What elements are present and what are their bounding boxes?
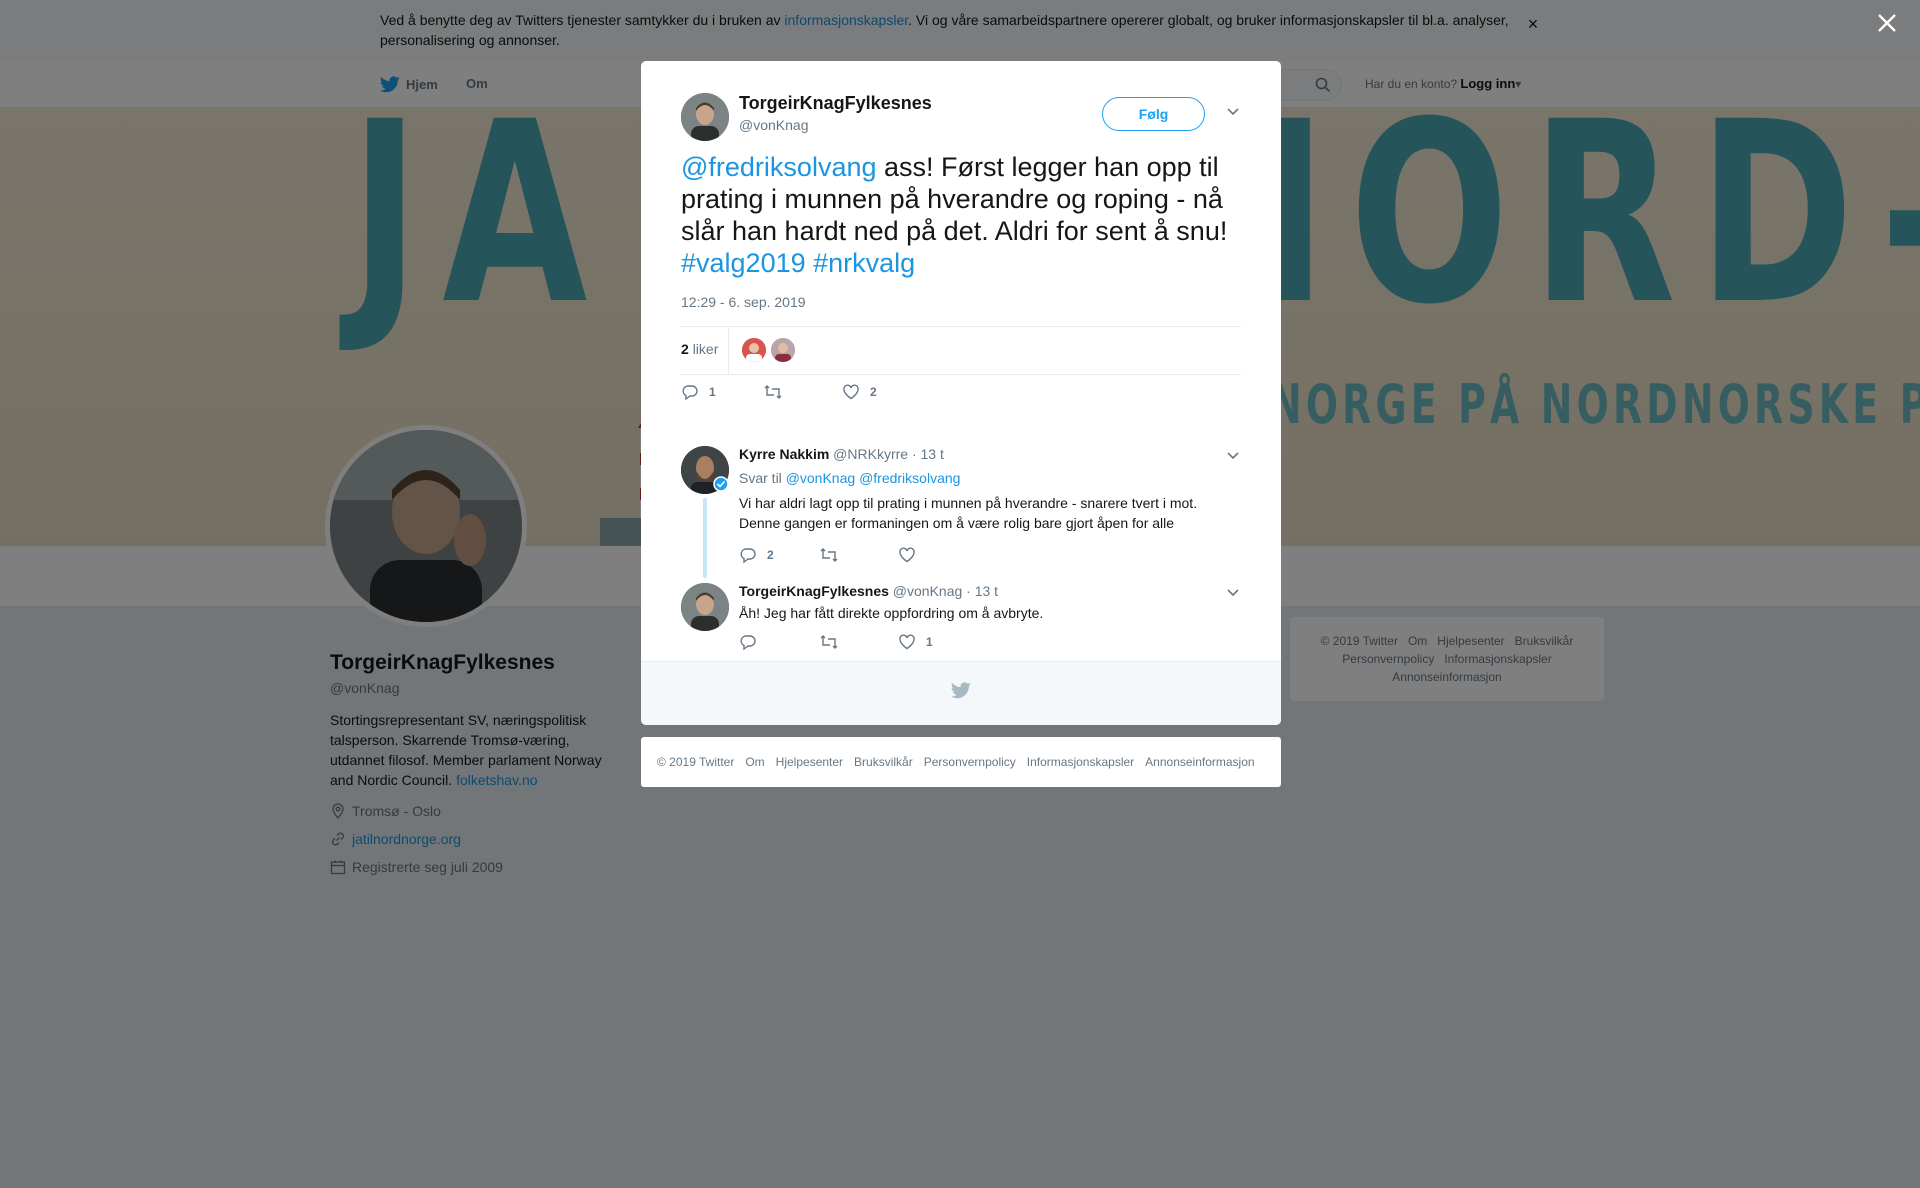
retweet-icon (764, 385, 782, 399)
twitter-bird-icon (951, 682, 971, 699)
retweet-icon (820, 548, 838, 562)
like-button[interactable] (898, 546, 926, 564)
footer-link-about[interactable]: Om (745, 755, 764, 769)
reply-count: 2 (767, 548, 774, 562)
reply-tweet[interactable]: TorgeirKnagFylkesnes @vonKnag · 13 t Åh!… (681, 583, 1241, 658)
reply-time[interactable]: · 13 t (966, 583, 998, 599)
footer-link-ads[interactable]: Annonseinformasjon (1145, 755, 1254, 769)
heart-icon (843, 384, 859, 400)
like-count: 1 (926, 635, 933, 649)
reply-header: Kyrre Nakkim @NRKkyrre · 13 t (739, 446, 944, 462)
reply-actions: 1 (739, 633, 1139, 653)
tweet-author-name[interactable]: TorgeirKnagFylkesnes (739, 93, 932, 114)
tweet-modal: TorgeirKnagFylkesnes @vonKnag Følg @fred… (641, 61, 1281, 725)
footer-link-help[interactable]: Hjelpesenter (776, 755, 843, 769)
heart-icon (899, 547, 915, 563)
stats-divider (728, 327, 729, 374)
reply-tweet[interactable]: Kyrre Nakkim @NRKkyrre · 13 t Svar til @… (681, 446, 1241, 581)
reply-time[interactable]: · 13 t (912, 446, 944, 462)
reply-text: Vi har aldri lagt opp til prating i munn… (739, 495, 1198, 531)
footer-link-terms[interactable]: Bruksvilkår (854, 755, 913, 769)
tweet-actions: 1 2 (681, 383, 1241, 405)
like-count: 2 (870, 385, 877, 399)
reply-author-avatar[interactable] (681, 583, 729, 631)
tweet-author-handle[interactable]: @vonKnag (739, 117, 808, 133)
retweet-icon (820, 635, 838, 649)
reply-icon (682, 385, 698, 401)
follow-button[interactable]: Følg (1102, 97, 1205, 131)
footer-link-privacy[interactable]: Personvernpolicy (924, 755, 1016, 769)
close-icon[interactable] (1874, 10, 1900, 36)
reply-header: TorgeirKnagFylkesnes @vonKnag · 13 t (739, 583, 998, 599)
like-button[interactable]: 1 (898, 633, 933, 651)
reply-actions: 2 (739, 546, 1139, 566)
heart-icon (899, 634, 915, 650)
like-button[interactable]: 2 (842, 383, 877, 401)
tweet-author-avatar[interactable] (681, 93, 729, 141)
reply-button[interactable]: 1 (681, 383, 716, 401)
verified-badge-icon (713, 476, 729, 492)
reply-to-label: Svar til (739, 470, 782, 486)
reply-to-mention[interactable]: @vonKnag (786, 470, 855, 486)
chevron-down-icon[interactable] (1226, 450, 1240, 460)
chevron-down-icon[interactable] (1226, 587, 1240, 597)
reply-button[interactable] (739, 633, 767, 651)
thread-line (703, 498, 707, 578)
reply-to-line: Svar til @vonKnag @fredriksolvang (739, 470, 960, 486)
tweet-timestamp[interactable]: 12:29 - 6. sep. 2019 (681, 294, 806, 310)
likes-count[interactable]: 2 liker (681, 341, 718, 357)
retweet-button[interactable] (763, 383, 793, 401)
modal-footer: © 2019 Twitter Om Hjelpesenter Bruksvilkår P… (641, 737, 1281, 787)
chevron-down-icon[interactable] (1226, 106, 1240, 116)
tweet-stats: 2 liker (681, 326, 1241, 375)
footer-copyright: © 2019 Twitter (657, 755, 735, 769)
reply-to-mention[interactable]: @fredriksolvang (859, 470, 960, 486)
liker-avatar[interactable] (742, 338, 766, 362)
reply-button[interactable]: 2 (739, 546, 774, 564)
avatar-photo (742, 338, 766, 362)
avatar-photo (681, 93, 729, 141)
likes-number: 2 (681, 341, 689, 357)
avatar-photo (681, 583, 729, 631)
reply-count: 1 (709, 385, 716, 399)
reply-author-handle[interactable]: @vonKnag (893, 583, 962, 599)
liker-avatar[interactable] (771, 338, 795, 362)
retweet-button[interactable] (819, 546, 849, 564)
likes-label: liker (692, 341, 719, 357)
tweet-mention[interactable]: @fredriksolvang (681, 152, 877, 182)
reply-icon (740, 548, 756, 564)
tweet-hashtag[interactable]: #nrkvalg (813, 248, 915, 278)
reply-author-handle[interactable]: @NRKkyrre (833, 446, 908, 462)
avatar-photo (771, 338, 795, 362)
reply-icon (740, 635, 756, 651)
tweet-text: @fredriksolvang ass! Først legger han op… (681, 151, 1241, 279)
reply-author-name[interactable]: TorgeirKnagFylkesnes (739, 583, 889, 599)
footer-link-cookies[interactable]: Informasjonskapsler (1027, 755, 1134, 769)
reply-text: Åh! Jeg har fått direkte oppfordring om … (739, 605, 1044, 621)
modal-bottom-bar (641, 661, 1281, 725)
retweet-button[interactable] (819, 633, 849, 651)
reply-author-name[interactable]: Kyrre Nakkim (739, 446, 829, 462)
tweet-hashtag[interactable]: #valg2019 (681, 248, 806, 278)
